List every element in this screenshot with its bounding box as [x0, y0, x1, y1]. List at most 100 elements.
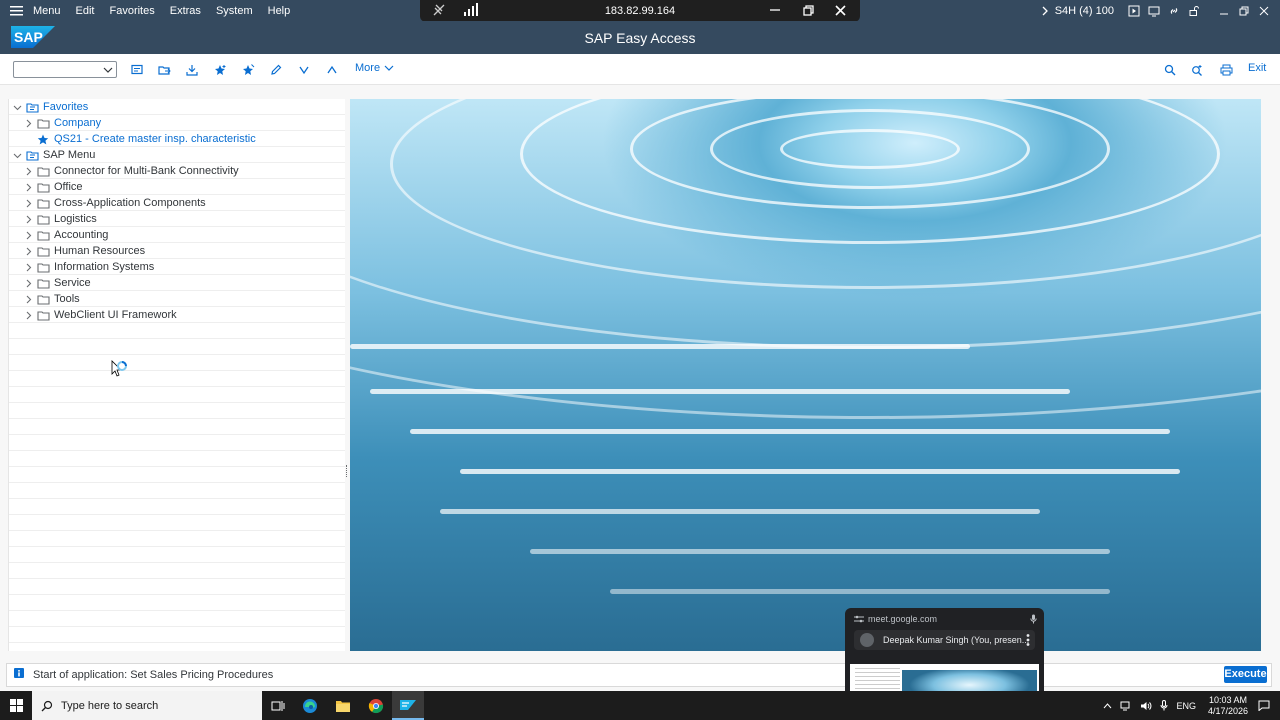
tree-label: Human Resources	[54, 245, 146, 257]
window-restore-icon[interactable]	[1234, 0, 1254, 21]
move-down-icon[interactable]	[296, 62, 312, 78]
star-icon	[37, 133, 50, 145]
tree-node-connector[interactable]: Connector for Multi-Bank Connectivity	[9, 163, 346, 179]
menu-item-edit[interactable]: Edit	[76, 5, 95, 17]
menu-item-extras[interactable]: Extras	[170, 5, 201, 17]
folder-icon	[37, 213, 50, 225]
tree-label: Information Systems	[54, 261, 155, 273]
tree-node-tools[interactable]: Tools	[9, 291, 346, 307]
move-up-icon[interactable]	[324, 62, 340, 78]
tune-icon[interactable]	[854, 615, 864, 623]
tree-node-cross-application[interactable]: Cross-Application Components	[9, 195, 346, 211]
splitter-grip[interactable]	[346, 465, 348, 477]
pencil-icon[interactable]	[268, 62, 284, 78]
windows-start-icon[interactable]	[0, 691, 32, 720]
tree-node-qs21[interactable]: QS21 - Create master insp. characteristi…	[9, 131, 346, 147]
chevron-right-icon[interactable]	[23, 166, 33, 176]
chevron-right-icon[interactable]	[23, 310, 33, 320]
menu-item-system[interactable]: System	[216, 5, 253, 17]
chevron-right-icon[interactable]	[23, 294, 33, 304]
chevron-right-icon[interactable]	[23, 262, 33, 272]
chevron-right-icon[interactable]	[23, 246, 33, 256]
sap-menu-icon[interactable]	[156, 62, 172, 78]
chevron-down-icon[interactable]	[103, 65, 113, 75]
taskbar-search[interactable]: Type here to search	[32, 691, 262, 720]
exit-button[interactable]: Exit	[1248, 62, 1266, 74]
input-language[interactable]: ENG	[1176, 701, 1196, 711]
tree-label: Favorites	[43, 101, 89, 113]
tree-node-information-systems[interactable]: Information Systems	[9, 259, 346, 275]
chevron-right-icon[interactable]	[23, 198, 33, 208]
menu-tree: Favorites Company QS21 - Create master i…	[8, 99, 345, 651]
more-vert-icon[interactable]	[1026, 633, 1030, 647]
search-icon[interactable]	[1162, 62, 1178, 78]
easy-access-background-image	[350, 99, 1261, 651]
tree-node-webclient[interactable]: WebClient UI Framework	[9, 307, 346, 323]
rdp-minimize-icon[interactable]	[770, 5, 780, 15]
sap-logon-taskbar-icon[interactable]	[392, 691, 424, 720]
status-message[interactable]: Start of application: Set Sales Pricing …	[33, 669, 273, 681]
chevron-right-icon[interactable]	[23, 278, 33, 288]
link-icon[interactable]	[1164, 0, 1184, 21]
chevron-down-icon[interactable]	[12, 102, 22, 112]
chevron-right-icon[interactable]	[23, 182, 33, 192]
chrome-browser-icon[interactable]	[360, 691, 392, 720]
info-icon[interactable]	[14, 668, 24, 678]
ripple-streak	[530, 549, 1110, 554]
tree-node-office[interactable]: Office	[9, 179, 346, 195]
add-favorite-icon[interactable]	[212, 62, 228, 78]
edit-favorite-icon[interactable]	[240, 62, 256, 78]
chevron-down-icon[interactable]	[12, 150, 22, 160]
chevron-right-icon[interactable]	[1035, 0, 1055, 21]
tree-node-company[interactable]: Company	[9, 115, 346, 131]
menu-bar-right: S4H (4) 100	[1035, 0, 1280, 21]
tree-label: QS21 - Create master insp. characteristi…	[54, 133, 256, 145]
window-minimize-icon[interactable]	[1214, 0, 1234, 21]
ripple	[350, 99, 1261, 419]
lock-open-icon[interactable]	[1184, 0, 1204, 21]
find-next-icon[interactable]	[1189, 62, 1205, 78]
chevron-right-icon[interactable]	[23, 230, 33, 240]
task-view-icon[interactable]	[262, 691, 294, 720]
tree-node-favorites[interactable]: Favorites	[9, 99, 346, 115]
edge-browser-icon[interactable]	[294, 691, 326, 720]
tree-label: Company	[54, 117, 102, 129]
menu-item-favorites[interactable]: Favorites	[110, 5, 155, 17]
volume-icon[interactable]	[1140, 701, 1152, 711]
menu-folder-icon	[26, 149, 39, 161]
more-button[interactable]: More	[355, 62, 394, 74]
notification-icon[interactable]	[1258, 700, 1270, 711]
tree-node-logistics[interactable]: Logistics	[9, 211, 346, 227]
screen-icon[interactable]	[1144, 0, 1164, 21]
chevron-up-icon[interactable]	[1103, 702, 1112, 709]
menu-item-help[interactable]: Help	[268, 5, 291, 17]
play-icon[interactable]	[1124, 0, 1144, 21]
download-icon[interactable]	[184, 62, 200, 78]
execute-button[interactable]: Execute	[1224, 666, 1267, 683]
user-menu-icon[interactable]	[129, 62, 145, 78]
taskbar-clock[interactable]: 10:03 AM 4/17/2026	[1208, 695, 1248, 717]
taskbar-search-placeholder: Type here to search	[61, 699, 159, 712]
file-explorer-icon[interactable]	[327, 691, 359, 720]
microphone-icon[interactable]	[1030, 614, 1037, 624]
tree-node-human-resources[interactable]: Human Resources	[9, 243, 346, 259]
rdp-restore-icon[interactable]	[803, 5, 814, 16]
avatar	[860, 633, 874, 647]
folder-icon	[37, 197, 50, 209]
hamburger-icon[interactable]	[0, 0, 33, 21]
chevron-right-icon[interactable]	[23, 214, 33, 224]
menu-item-menu[interactable]: Menu	[33, 5, 61, 17]
rdp-close-icon[interactable]	[835, 5, 846, 16]
microphone-tray-icon[interactable]	[1160, 700, 1168, 711]
print-icon[interactable]	[1218, 62, 1234, 78]
tree-node-service[interactable]: Service	[9, 275, 346, 291]
tree-node-accounting[interactable]: Accounting	[9, 227, 346, 243]
chevron-right-icon[interactable]	[23, 118, 33, 128]
favorites-folder-icon	[26, 101, 39, 113]
participant-bar[interactable]: Deepak Kumar Singh (You, presen...	[854, 630, 1035, 650]
panel-splitter[interactable]	[345, 99, 349, 651]
command-field[interactable]	[13, 61, 117, 78]
network-icon[interactable]	[1120, 701, 1132, 711]
tree-node-sap-menu[interactable]: SAP Menu	[9, 147, 346, 163]
window-close-icon[interactable]	[1254, 0, 1274, 21]
